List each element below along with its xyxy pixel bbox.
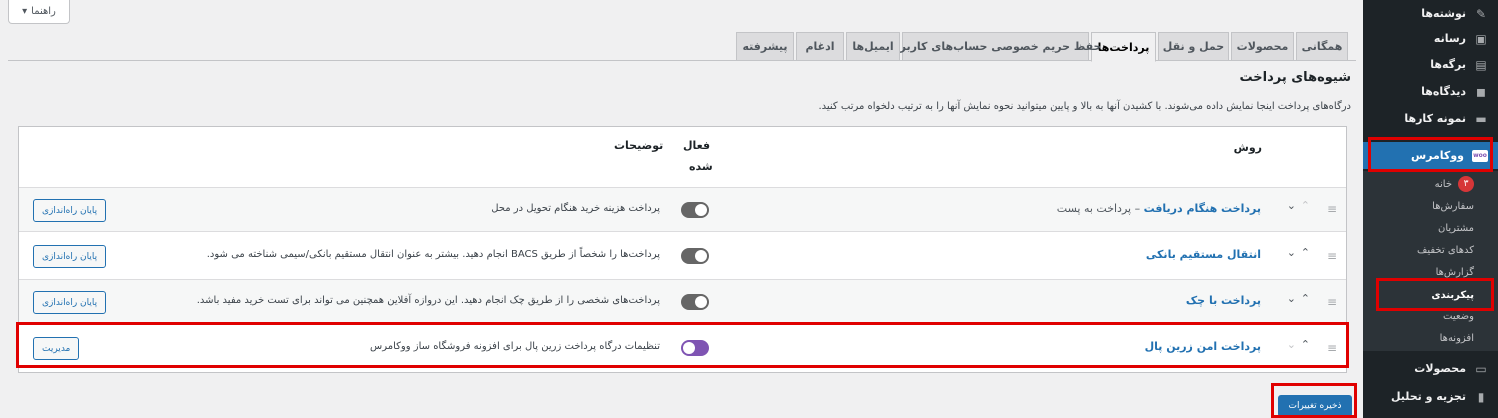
help-label: راهنما (31, 6, 56, 17)
move-up-icon[interactable]: ⌃ (1301, 338, 1310, 351)
move-down-icon[interactable]: ⌄ (1287, 292, 1296, 305)
tab-advanced[interactable]: پیشرفته (736, 32, 794, 61)
sidebar-item-products[interactable]: محصولات ▭ (1363, 355, 1498, 382)
notification-badge: ۳ (1458, 176, 1474, 192)
settings-tabs: همگانی محصولات حمل و نقل پرداخت‌ها حفظ ح… (8, 32, 1356, 62)
tab-privacy[interactable]: حفظ حریم خصوصی حساب‌های کاربری (890, 32, 1101, 61)
save-changes-button[interactable]: ذخیره تغییرات (1278, 395, 1352, 417)
submenu-customers[interactable]: مشتریان (1363, 217, 1498, 239)
page-title: شیوه‌های پرداخت (1239, 70, 1351, 85)
header-enabled-2: شده (689, 160, 713, 173)
move-down-icon[interactable]: ⌄ (1287, 199, 1296, 212)
sidebar-item-portfolio[interactable]: نمونه کارها ▬ (1363, 105, 1498, 132)
analytics-icon: ▮ (1477, 389, 1485, 404)
help-arrow-icon: ▾ (22, 6, 28, 17)
header-description: توضیحات (614, 139, 664, 152)
tab-products[interactable]: محصولات (1231, 32, 1294, 61)
method-name[interactable]: پرداخت امن زرین پال (1145, 340, 1261, 353)
admin-sidebar: نوشته‌ها ✎ رسانه ▣ برگه‌ها ▤ دیدگاه‌ها ◼… (1363, 0, 1498, 418)
enabled-toggle[interactable] (681, 202, 709, 218)
table-row: ≡ ⌃ ⌄ پرداخت امن زرین پال تنظیمات درگاه … (19, 323, 1346, 372)
media-icon: ▣ (1475, 31, 1487, 46)
submenu-settings[interactable]: پیکربندی (1363, 284, 1498, 306)
move-up-icon[interactable]: ⌃ (1301, 246, 1310, 259)
enabled-toggle[interactable] (681, 340, 709, 356)
enabled-toggle[interactable] (681, 294, 709, 310)
comment-icon: ◼ (1476, 84, 1486, 99)
submenu-home[interactable]: خانه ۳ (1363, 173, 1498, 195)
enabled-toggle[interactable] (681, 248, 709, 264)
header-enabled: فعال (683, 139, 711, 152)
method-name[interactable]: انتقال مستقیم بانکی (1146, 248, 1261, 261)
section-description: درگاه‌های پرداخت اینجا نمایش داده می‌شون… (818, 101, 1351, 112)
method-name[interactable]: پرداخت با چک (1186, 294, 1261, 307)
submenu-status[interactable]: وضعیت (1363, 305, 1498, 327)
tab-general[interactable]: همگانی (1296, 32, 1348, 61)
sidebar-item-posts[interactable]: نوشته‌ها ✎ (1363, 0, 1498, 27)
method-description: پرداخت‌ها را شخصاً از طریق BACS انجام ده… (206, 249, 660, 260)
move-down-icon[interactable]: ⌄ (1287, 338, 1296, 351)
products-icon: ▭ (1475, 361, 1487, 376)
manage-button[interactable]: مدیریت (33, 337, 80, 360)
drag-handle-icon[interactable]: ≡ (1327, 295, 1337, 309)
portfolio-icon: ▬ (1475, 111, 1487, 126)
finish-setup-button[interactable]: پایان راه‌اندازی (33, 291, 107, 314)
drag-handle-icon[interactable]: ≡ (1327, 202, 1337, 216)
payment-methods-table: روش فعال شده توضیحات ≡ ⌃ ⌄ پرداخت هنگام … (18, 126, 1347, 373)
move-up-icon[interactable]: ⌃ (1301, 292, 1310, 305)
table-row: ≡ ⌃ ⌄ انتقال مستقیم بانکی پرداخت‌ها را ش… (19, 231, 1346, 279)
finish-setup-button[interactable]: پایان راه‌اندازی (33, 199, 107, 222)
sidebar-item-woocommerce[interactable]: ووکامرس woo (1363, 142, 1498, 169)
submenu-extensions[interactable]: افزونه‌ها (1363, 327, 1498, 349)
table-row: ≡ ⌃ ⌄ پرداخت با چک پرداخت‌های شخصی را از… (19, 279, 1346, 323)
sidebar-item-pages[interactable]: برگه‌ها ▤ (1363, 51, 1498, 78)
submenu-reports[interactable]: گزارش‌ها (1363, 261, 1498, 283)
finish-setup-button[interactable]: پایان راه‌اندازی (33, 245, 107, 268)
help-button[interactable]: ▾ راهنما (8, 0, 70, 24)
method-description: پرداخت هزینه خرید هنگام تحویل در محل (491, 203, 660, 214)
sidebar-item-media[interactable]: رسانه ▣ (1363, 25, 1498, 52)
page-icon: ▤ (1475, 57, 1487, 72)
drag-handle-icon[interactable]: ≡ (1327, 249, 1337, 263)
submenu-orders[interactable]: سفارش‌ها (1363, 195, 1498, 217)
tab-shipping[interactable]: حمل و نقل (1158, 32, 1229, 61)
woo-icon: woo (1472, 149, 1488, 162)
tab-emails[interactable]: ایمیل‌ها (846, 32, 900, 61)
move-down-icon[interactable]: ⌄ (1287, 246, 1296, 259)
method-description: تنظیمات درگاه پرداخت زرین پال برای افزون… (370, 341, 660, 352)
drag-handle-icon[interactable]: ≡ (1327, 341, 1337, 355)
sidebar-item-comments[interactable]: دیدگاه‌ها ◼ (1363, 78, 1498, 105)
table-row: ≡ ⌃ ⌄ پرداخت هنگام دریافت – پرداخت به پس… (19, 187, 1346, 231)
header-method: روش (1233, 141, 1262, 154)
submenu-coupons[interactable]: کدهای تخفیف (1363, 239, 1498, 261)
pin-icon: ✎ (1475, 6, 1487, 21)
tab-integration[interactable]: ادغام (796, 32, 844, 61)
method-name[interactable]: پرداخت هنگام دریافت – پرداخت به پست (1057, 202, 1261, 215)
method-description: پرداخت‌های شخصی را از طریق چک انجام دهید… (196, 295, 660, 306)
sidebar-item-analytics[interactable]: تجزیه و تحلیل ▮ (1363, 383, 1498, 410)
move-up-icon[interactable]: ⌃ (1301, 199, 1310, 212)
